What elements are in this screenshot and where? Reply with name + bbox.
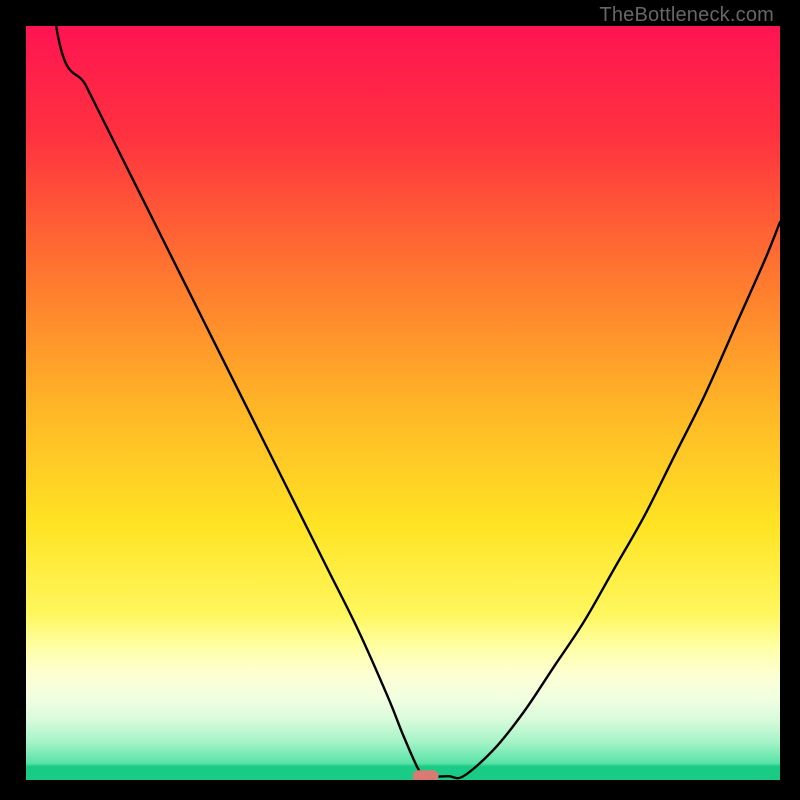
plot-area [26, 26, 780, 780]
bottleneck-curve [26, 26, 780, 780]
optimum-marker [413, 770, 439, 780]
chart-frame: TheBottleneck.com [0, 0, 800, 800]
watermark-text: TheBottleneck.com [599, 4, 774, 27]
